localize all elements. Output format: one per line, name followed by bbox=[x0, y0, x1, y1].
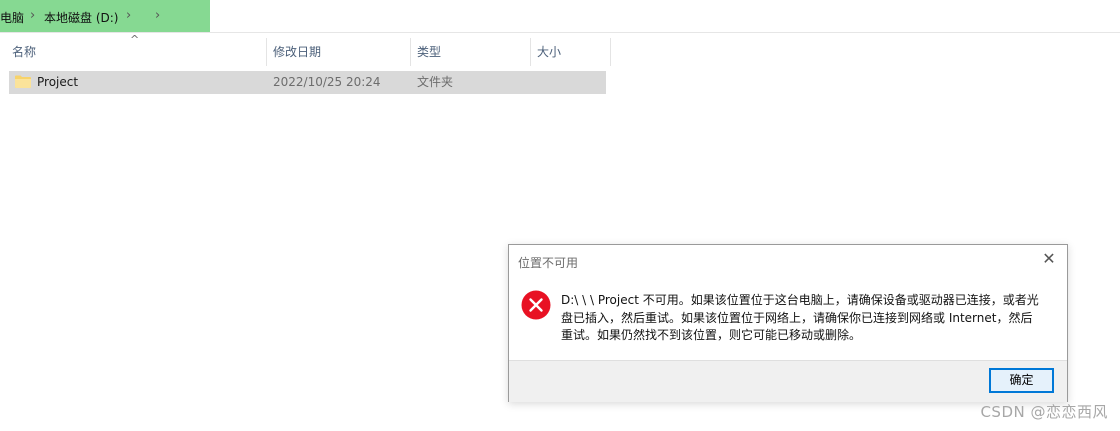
dialog-title: 位置不可用 bbox=[518, 256, 579, 270]
ok-button[interactable]: 确定 bbox=[989, 368, 1054, 393]
column-header-name[interactable]: 名称 bbox=[12, 38, 262, 66]
breadcrumb-chevron-icon[interactable]: › bbox=[155, 8, 160, 23]
breadcrumb-chevron-icon[interactable]: › bbox=[30, 8, 35, 23]
location-unavailable-dialog: 位置不可用 ✕ D:\ \ \ Project 不可用。如果该位置位于这台电脑上… bbox=[508, 244, 1068, 402]
column-divider[interactable] bbox=[266, 38, 267, 66]
file-name[interactable]: Project bbox=[37, 74, 78, 90]
column-header-size[interactable]: 大小 bbox=[537, 38, 597, 66]
folder-icon bbox=[15, 75, 31, 88]
column-header-date-modified[interactable]: 修改日期 bbox=[273, 38, 403, 66]
breadcrumb-item-local-disk-d[interactable]: 本地磁盘 (D:) bbox=[44, 9, 118, 26]
column-divider[interactable] bbox=[530, 38, 531, 66]
dialog-footer: 确定 bbox=[509, 360, 1067, 402]
error-icon bbox=[521, 290, 551, 320]
watermark: CSDN @恋恋西风 bbox=[980, 403, 1108, 421]
breadcrumb-item-this-pc[interactable]: 电脑 bbox=[0, 9, 24, 26]
column-divider[interactable] bbox=[410, 38, 411, 66]
file-date-modified: 2022/10/25 20:24 bbox=[273, 75, 381, 89]
address-bar[interactable]: 电脑 › 本地磁盘 (D:) › › bbox=[0, 0, 1120, 33]
column-divider[interactable] bbox=[610, 38, 611, 66]
breadcrumb-chevron-icon[interactable]: › bbox=[126, 8, 131, 23]
dialog-message: D:\ \ \ Project 不可用。如果该位置位于这台电脑上，请确保设备或驱… bbox=[561, 293, 1039, 342]
file-type: 文件夹 bbox=[417, 75, 454, 89]
close-icon[interactable]: ✕ bbox=[1041, 251, 1057, 267]
column-header-type[interactable]: 类型 bbox=[417, 38, 522, 66]
